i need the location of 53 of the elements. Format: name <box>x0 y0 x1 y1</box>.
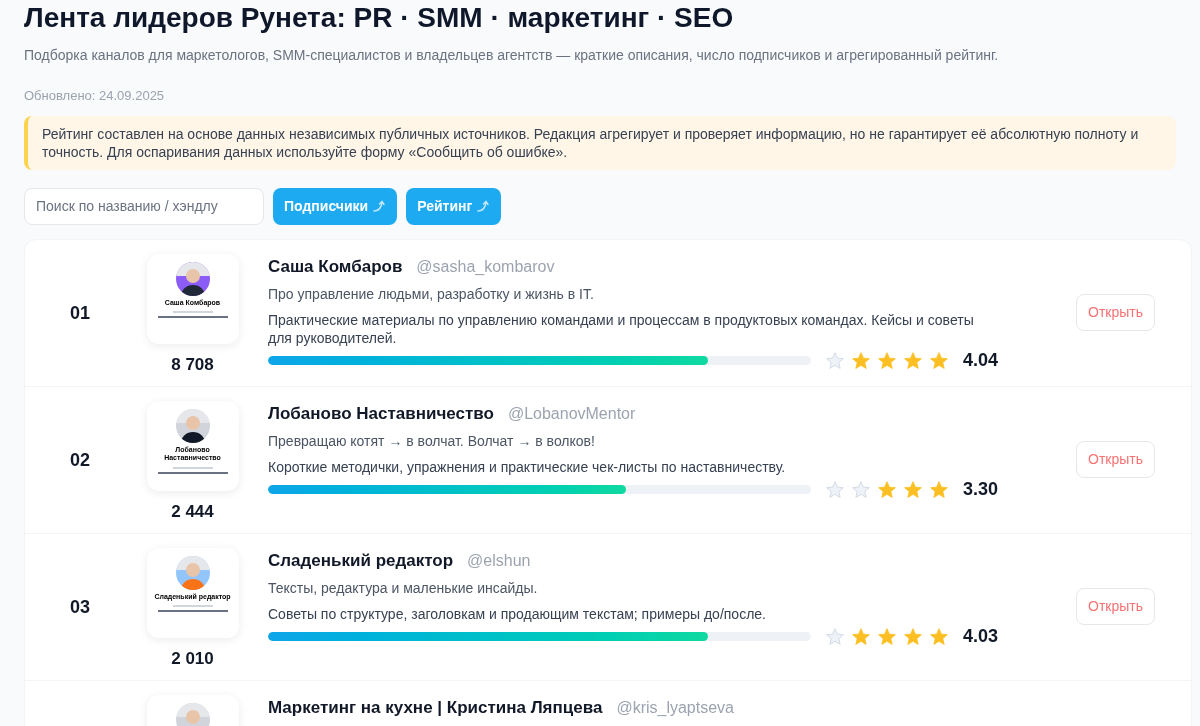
channel-name: Маркетинг на кухне | Кристина Ляпцева <box>268 696 603 719</box>
empty-star-icon <box>851 479 871 500</box>
channel-tagline: Про управление людьми, разработку и жизнь в IT. <box>268 285 595 304</box>
star-icon <box>903 626 923 647</box>
empty-star-icon <box>825 626 845 647</box>
channel-tagline: Тексты, редактура и маленькие инсайды. <box>268 579 539 598</box>
empty-star-icon <box>825 350 845 371</box>
preview-text-lines <box>157 605 228 613</box>
star-icon <box>903 350 923 371</box>
channel-description: Практические материалы по управлению командами и процессам в продуктовых командах. Кейсы и советы для руководителей. <box>268 311 975 347</box>
star-icon <box>903 479 923 500</box>
channel-name: Сладенький редактор <box>268 549 454 572</box>
rank-number: 02 <box>70 448 90 472</box>
notice-banner: Рейтинг составлен на основе данных независимых публичных источников. Редакция агрегирует и проверяет информацию, но не гарантирует её абсолютную полноту и точность. Для оспаривания данных используйте форму «Сообщить об ошибке». <box>24 115 1176 170</box>
star-icon <box>929 626 949 647</box>
star-icon <box>877 479 897 500</box>
open-button[interactable]: Открыть <box>1076 441 1155 478</box>
channel-description: Короткие методички, упражнения и практические чек-листы по наставничеству. <box>268 458 787 476</box>
star-icon <box>851 350 871 371</box>
rating-score: 4.04 <box>963 349 999 372</box>
channel-handle: @elshun <box>467 550 531 571</box>
open-button[interactable]: Открыть <box>1076 588 1155 625</box>
rating-score: 4.03 <box>963 625 999 648</box>
open-button[interactable]: Открыть <box>1076 294 1155 331</box>
subscriber-count: 8 708 <box>171 353 214 376</box>
search-field[interactable]: Поиск по названию / хэндлу <box>24 187 264 225</box>
subscriber-count: 2 010 <box>171 647 214 670</box>
empty-star-icon <box>825 479 845 500</box>
curved-arrow-icon <box>476 199 491 213</box>
channel-handle: @sasha_kombarov <box>416 256 555 277</box>
star-icon <box>877 350 897 371</box>
star-icon <box>929 479 949 500</box>
subscriber-count: 2 444 <box>171 500 214 523</box>
page-subtitle: Подборка каналов для маркетологов, SMM-специалистов и владельцев агентств — краткие описания, число подписчиков и агрегированный рейтинг. <box>24 46 1000 65</box>
channel-name: Саша Комбаров <box>268 255 403 278</box>
page-title: Лента лидеров Рунета: PR · SMM · маркетинг · SEO <box>24 1 735 35</box>
sort-button[interactable]: Подписчики <box>273 187 398 225</box>
channel-name: Лобаново Наставничество <box>268 402 494 425</box>
channel-description: Советы по структуре, заголовкам и продающим текстам; примеры до/после. <box>268 605 767 623</box>
channel-handle: @LobanovMentor <box>507 403 636 424</box>
sort-button[interactable]: Рейтинг <box>406 187 502 225</box>
curved-arrow-icon <box>372 199 387 213</box>
channel-tagline: Превращаю котят → в волчат. Волчат → в волков! <box>268 432 596 451</box>
star-icon <box>929 350 949 371</box>
rating-score: 3.30 <box>963 478 999 501</box>
preview-text-lines <box>157 311 228 319</box>
channel-handle: @kris_lyaptseva <box>616 697 734 718</box>
preview-text-lines <box>157 467 228 474</box>
rank-number: 03 <box>70 595 90 619</box>
rank-number: 01 <box>70 301 90 325</box>
updated-date: Обновлено: 24.09.2025 <box>24 87 166 105</box>
star-icon <box>877 626 897 647</box>
star-icon <box>851 626 871 647</box>
